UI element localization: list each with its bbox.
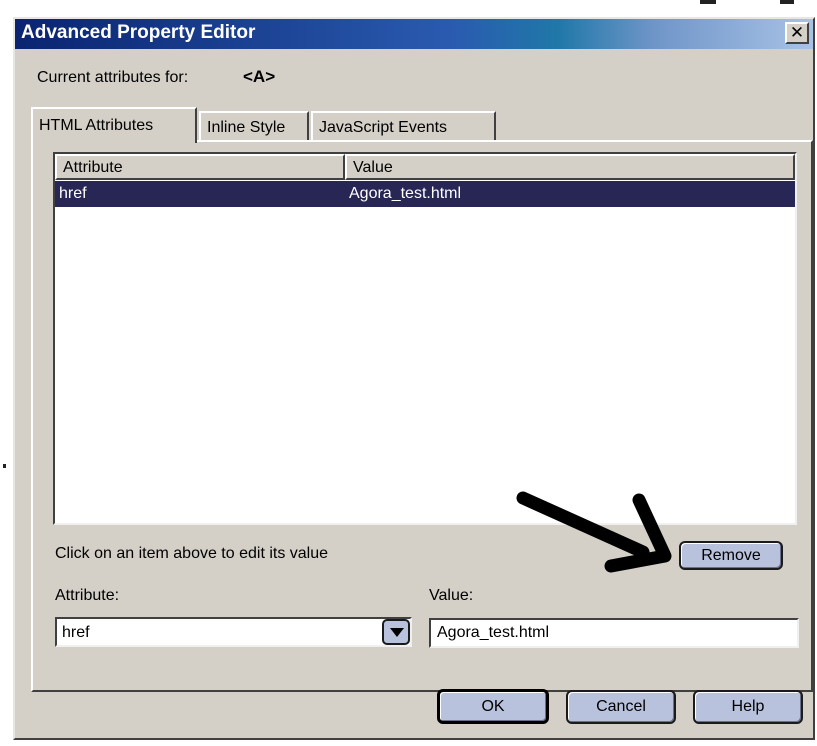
column-header-attribute[interactable]: Attribute [55, 154, 345, 180]
background-mark [700, 0, 716, 4]
row-attribute-cell: href [59, 185, 87, 202]
row-value-cell: Agora_test.html [349, 185, 462, 202]
advanced-property-editor-dialog: Advanced Property Editor ✕ Current attri… [13, 17, 815, 740]
edit-hint-text: Click on an item above to edit its value [55, 545, 329, 562]
attributes-list[interactable]: Attribute Value href Agora_test.html [53, 152, 797, 525]
attribute-select-value: href [62, 624, 90, 641]
cancel-button[interactable]: Cancel [566, 690, 676, 724]
list-header: Attribute Value [55, 154, 795, 180]
current-tag-name: <A> [243, 67, 276, 86]
column-header-value[interactable]: Value [345, 154, 795, 180]
remove-button[interactable]: Remove [679, 541, 783, 570]
tab-html-attributes[interactable]: HTML Attributes [31, 107, 197, 143]
value-field[interactable]: Agora_test.html [429, 618, 799, 648]
chevron-down-icon [390, 628, 404, 637]
table-row[interactable]: href Agora_test.html [55, 181, 795, 207]
dialog-title: Advanced Property Editor [21, 22, 256, 43]
help-button[interactable]: Help [693, 690, 803, 724]
ok-button[interactable]: OK [437, 689, 549, 724]
arrow-icon [515, 484, 695, 579]
tab-inline-style[interactable]: Inline Style [199, 111, 309, 141]
background-mark [780, 0, 794, 4]
tab-javascript-events[interactable]: JavaScript Events [311, 111, 496, 141]
current-attributes-label: Current attributes for: [37, 69, 189, 86]
background-mark [3, 464, 6, 468]
close-button[interactable]: ✕ [785, 22, 809, 44]
attribute-dropdown-button[interactable] [382, 619, 410, 645]
value-field-label: Value: [429, 587, 474, 604]
title-bar[interactable]: Advanced Property Editor ✕ [15, 19, 813, 49]
attribute-field-label: Attribute: [55, 587, 120, 604]
attribute-select[interactable]: href [55, 617, 412, 647]
close-icon: ✕ [789, 23, 805, 42]
